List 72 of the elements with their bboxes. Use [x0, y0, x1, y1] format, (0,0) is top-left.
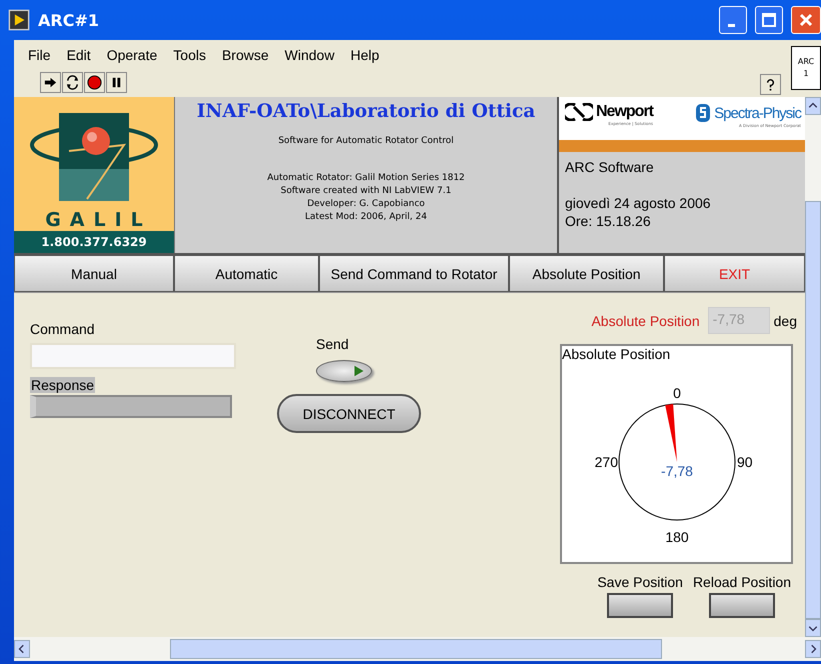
- maximize-button[interactable]: [755, 6, 783, 34]
- detail-text: Automatic Rotator: Galil Motion Series 1812: [267, 172, 465, 185]
- newport-icon: [565, 103, 593, 121]
- menu-item[interactable]: Operate: [98, 47, 166, 63]
- header-title: INAF-OATo\Laboratorio di Ottica: [196, 101, 536, 122]
- spectra-icon: [695, 103, 712, 123]
- dial-label: 270: [594, 454, 618, 470]
- connector-text: 1: [803, 68, 809, 80]
- scroll-right-button[interactable]: [805, 640, 821, 658]
- toolbar-button[interactable]: [62, 72, 83, 93]
- position-button[interactable]: [708, 593, 775, 618]
- unit-label: deg: [774, 312, 797, 328]
- menu-item[interactable]: Edit: [58, 47, 99, 63]
- field-label: Response: [30, 377, 96, 393]
- toolbar-button[interactable]: [84, 72, 105, 93]
- minimize-button[interactable]: [719, 6, 747, 34]
- tab-button[interactable]: Manual: [14, 255, 174, 292]
- scroll-thumb[interactable]: [170, 639, 662, 659]
- dial-label: 180: [665, 529, 689, 545]
- menu-item[interactable]: Window: [276, 47, 342, 63]
- subtitle: Software for Automatic Rotator Control: [278, 136, 454, 146]
- info-text: giovedì 24 agosto 2006: [565, 194, 712, 212]
- tab-button[interactable]: Absolute Position: [509, 255, 664, 292]
- detail-text: Latest Mod: 2006, April, 24: [305, 211, 427, 224]
- connector-text: ARC: [798, 56, 814, 68]
- close-button[interactable]: [791, 6, 821, 34]
- logo-text: GALIL: [44, 209, 152, 231]
- phone-number: 1.800.377.6329: [14, 231, 174, 253]
- command-field[interactable]: [30, 343, 236, 369]
- run-arrow-icon: [43, 75, 58, 90]
- window-title: ARC#1: [38, 10, 100, 30]
- minimize-icon: [728, 24, 734, 27]
- scroll-thumb[interactable]: [805, 200, 821, 620]
- button-label: Save Position: [597, 574, 683, 590]
- detail-text: Developer: G. Capobianco: [307, 198, 425, 211]
- brand-name: Spectra-Physic: [714, 104, 801, 122]
- dial-label: 90: [737, 454, 753, 470]
- tab-button[interactable]: Automatic: [174, 255, 319, 292]
- disconnect-button[interactable]: DISCONNECT: [277, 394, 421, 433]
- tab-button[interactable]: EXIT: [664, 255, 805, 292]
- close-icon: [798, 12, 814, 28]
- send-button[interactable]: [316, 360, 372, 382]
- menu-item[interactable]: Help: [342, 47, 388, 63]
- help-button[interactable]: [760, 74, 781, 95]
- tab-button[interactable]: Send Command to Rotator: [319, 255, 509, 292]
- position-field: -7,78: [708, 307, 770, 334]
- scroll-left-button[interactable]: [14, 640, 30, 658]
- scroll-up-button[interactable]: [805, 97, 821, 115]
- stop-icon: [87, 75, 102, 90]
- dial-label: 0: [673, 385, 681, 401]
- menu-item[interactable]: Tools: [165, 47, 214, 63]
- scroll-down-button[interactable]: [805, 619, 821, 637]
- menu-item[interactable]: Browse: [214, 47, 277, 63]
- gauge-title: Absolute Position: [562, 346, 670, 362]
- toolbar-button[interactable]: [106, 72, 127, 93]
- app-icon: [8, 9, 30, 31]
- position-button[interactable]: [607, 593, 674, 618]
- field-label: Absolute Position: [591, 312, 700, 328]
- button-label: Reload Position: [692, 574, 791, 590]
- menu-item[interactable]: File: [20, 47, 59, 63]
- button-label: Send: [316, 336, 349, 352]
- gauge-reading: -7,78: [661, 463, 693, 479]
- maximize-icon: [761, 12, 777, 28]
- play-icon: [353, 365, 365, 377]
- info-text: Ore: 15.18.26: [565, 212, 652, 230]
- toolbar-button[interactable]: [40, 72, 61, 93]
- field-label: Command: [30, 321, 96, 337]
- detail-text: Software created with NI LabVIEW 7.1: [280, 185, 452, 198]
- run-continuously-icon: [65, 75, 80, 90]
- needle: [665, 404, 677, 462]
- brand-name: Newport: [596, 103, 653, 121]
- info-text: ARC Software: [565, 158, 655, 176]
